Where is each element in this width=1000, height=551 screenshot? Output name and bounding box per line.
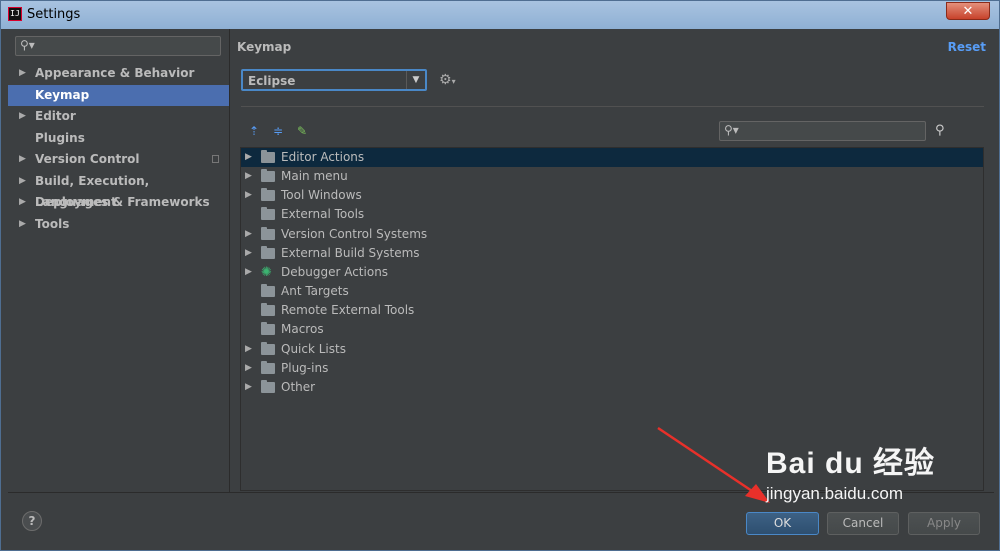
bug-icon: ✺ — [261, 264, 272, 280]
tools-folder-icon — [261, 303, 275, 317]
folder-icon — [261, 226, 275, 240]
watermark-logo: Bai du 经验 — [766, 447, 936, 480]
editor-folder-icon — [261, 150, 275, 163]
find-by-shortcut-icon[interactable]: ⚲ — [935, 123, 945, 138]
tree-row-label: Main menu — [281, 169, 348, 184]
tree-row-label: Tool Windows — [281, 188, 362, 203]
tree-row[interactable]: External Tools — [241, 205, 983, 224]
folder-icon — [261, 188, 275, 202]
expand-arrow-icon[interactable]: ▶ — [245, 340, 252, 359]
build-folder-icon — [261, 245, 275, 259]
help-button[interactable]: ? — [22, 511, 42, 531]
cancel-button[interactable]: Cancel — [827, 512, 899, 535]
expand-arrow-icon[interactable]: ▶ — [245, 359, 252, 378]
expand-all-icon[interactable]: ⇡ — [247, 124, 261, 138]
expand-arrow-icon[interactable]: ▶ — [19, 192, 26, 213]
tree-row-label: External Tools — [281, 207, 365, 222]
sidebar-item-label: Languages & Frameworks — [35, 195, 210, 209]
ant-folder-icon — [261, 284, 275, 298]
ok-button[interactable]: OK — [746, 512, 819, 535]
sidebar-item-label: Appearance & Behavior — [35, 66, 195, 80]
tree-row[interactable]: ▶ Version Control Systems — [241, 225, 983, 244]
tree-row[interactable]: ▶ Editor Actions — [241, 148, 983, 167]
tree-row-label: External Build Systems — [281, 245, 420, 260]
keymap-scheme-value: Eclipse — [248, 74, 296, 88]
reset-link[interactable]: Reset — [948, 40, 986, 54]
tree-row[interactable]: Remote External Tools — [241, 301, 983, 320]
expand-arrow-icon[interactable]: ▶ — [245, 225, 252, 244]
tree-row[interactable]: ▶ External Build Systems — [241, 244, 983, 263]
sidebar-search-input[interactable]: ⚲▾ — [15, 36, 221, 56]
tree-row[interactable]: ▶ Quick Lists — [241, 340, 983, 359]
search-icon: ⚲▾ — [724, 123, 739, 137]
settings-sidebar: ⚲▾ ▶ Appearance & Behavior Keymap ▶ Editor Pl… — [8, 29, 230, 492]
tree-row[interactable]: ▶ Other — [241, 378, 983, 397]
tree-row[interactable]: ▶ Main menu — [241, 167, 983, 186]
expand-arrow-icon[interactable]: ▶ — [19, 149, 26, 170]
expand-arrow-icon[interactable]: ▶ — [19, 63, 26, 84]
watermark-url: jingyan.baidu.com — [766, 484, 904, 503]
tree-row[interactable]: ▶ Tool Windows — [241, 186, 983, 205]
tree-row-label: Debugger Actions — [281, 264, 389, 279]
apply-button[interactable]: Apply — [908, 512, 980, 535]
window-title: Settings — [27, 7, 81, 22]
sidebar-item-label: Version Control — [35, 152, 140, 166]
tools-folder-icon — [261, 207, 275, 221]
folder-icon — [261, 322, 275, 336]
tree-row-label: Other — [281, 379, 316, 394]
expand-arrow-icon[interactable]: ▶ — [245, 167, 252, 186]
menu-folder-icon — [261, 169, 275, 183]
project-settings-icon — [212, 155, 219, 163]
sidebar-item-keymap[interactable]: Keymap — [8, 85, 229, 106]
tree-row-label: Remote External Tools — [281, 303, 415, 318]
keymap-panel: Keymap Reset Eclipse ▼ ⚙▾ ⇡ ≑ ✎ ⚲▾ ⚲ ▶ Ed… — [230, 29, 994, 492]
folder-icon — [261, 341, 275, 355]
tree-row-label: Version Control Systems — [281, 226, 428, 241]
keymap-scheme-select[interactable]: Eclipse ▼ — [241, 69, 427, 91]
sidebar-item-editor[interactable]: ▶ Editor — [8, 106, 229, 127]
sidebar-item-label: Plugins — [35, 131, 85, 145]
tree-row-label: Macros — [281, 322, 324, 337]
sidebar-item-version-control[interactable]: ▶ Version Control — [8, 149, 229, 170]
collapse-all-icon[interactable]: ≑ — [271, 124, 285, 138]
other-folder-icon — [261, 379, 275, 393]
expand-arrow-icon[interactable]: ▶ — [245, 378, 252, 397]
gear-icon[interactable]: ⚙▾ — [439, 72, 456, 88]
sidebar-item-build-execution-deployment[interactable]: ▶ Build, Execution, Deployment — [8, 171, 229, 209]
tree-row-label: Editor Actions — [281, 150, 365, 164]
title-bar: IJ Settings ✕ — [1, 1, 999, 29]
tree-row[interactable]: ▶ ✺ Debugger Actions — [241, 263, 983, 282]
expand-arrow-icon[interactable]: ▶ — [245, 186, 252, 205]
divider — [241, 106, 984, 107]
folder-icon — [261, 360, 275, 374]
action-search-input[interactable]: ⚲▾ — [719, 121, 926, 141]
tree-row[interactable]: Ant Targets — [241, 282, 983, 301]
sidebar-item-appearance-behavior[interactable]: ▶ Appearance & Behavior — [8, 63, 229, 84]
tree-row[interactable]: ▶ Plug-ins — [241, 359, 983, 378]
sidebar-item-label: Tools — [35, 217, 70, 231]
tree-row-label: Ant Targets — [281, 284, 349, 299]
expand-arrow-icon[interactable]: ▶ — [245, 148, 252, 167]
tree-row[interactable]: Macros — [241, 320, 983, 339]
expand-arrow-icon[interactable]: ▶ — [245, 244, 252, 263]
baidu-watermark: Bai du 经验 jingyan.baidu.com — [766, 438, 935, 504]
expand-arrow-icon[interactable]: ▶ — [19, 214, 26, 235]
sidebar-item-label: Editor — [35, 109, 76, 123]
expand-arrow-icon[interactable]: ▶ — [245, 263, 252, 282]
edit-shortcut-icon[interactable]: ✎ — [295, 124, 309, 138]
sidebar-item-languages-frameworks[interactable]: ▶ Languages & Frameworks — [8, 192, 229, 213]
expand-arrow-icon[interactable]: ▶ — [19, 106, 26, 127]
tree-row-label: Plug-ins — [281, 360, 329, 375]
sidebar-item-label: Keymap — [35, 88, 90, 102]
sidebar-item-plugins[interactable]: Plugins — [8, 128, 229, 149]
tree-row-label: Quick Lists — [281, 341, 346, 356]
chevron-down-icon[interactable]: ▼ — [406, 71, 425, 89]
sidebar-item-tools[interactable]: ▶ Tools — [8, 214, 229, 235]
expand-arrow-icon[interactable]: ▶ — [19, 171, 26, 192]
page-title: Keymap — [237, 40, 292, 54]
close-button[interactable]: ✕ — [946, 2, 990, 20]
intellij-app-icon: IJ — [8, 7, 22, 21]
search-icon: ⚲▾ — [20, 38, 35, 52]
